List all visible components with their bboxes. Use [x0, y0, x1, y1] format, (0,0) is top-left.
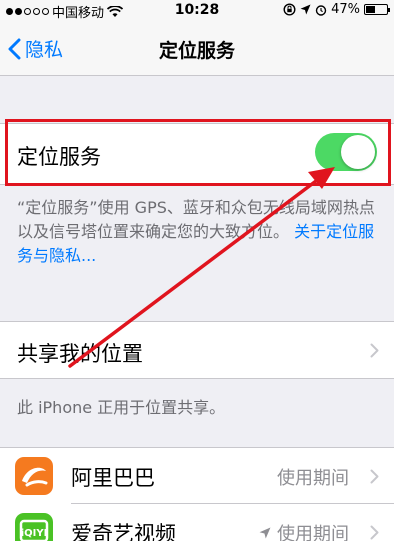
svg-text:iQIYI: iQIYI [21, 528, 48, 539]
app-permission-text: 使用期间 [277, 468, 349, 489]
status-bar: 中国移动 10:28 47% [0, 0, 394, 21]
battery-percent: 47% [331, 2, 360, 17]
page-title: 定位服务 [158, 40, 235, 62]
chevron-right-icon [370, 343, 379, 358]
rotation-lock-icon [283, 3, 296, 16]
app-row-alibaba[interactable]: 阿里巴巴 使用期间 [0, 448, 394, 504]
share-my-location-row[interactable]: 共享我的位置 [0, 321, 394, 379]
alibaba-app-icon [15, 457, 53, 495]
toggle-knob [341, 135, 375, 169]
share-my-location-label: 共享我的位置 [17, 342, 143, 366]
location-services-description: “定位服务”使用 GPS、蓝牙和众包无线局域网热点以及信号塔位置来确定您的大致方… [17, 196, 382, 268]
status-right: 47% [283, 2, 390, 17]
app-permission-text: 使用期间 [277, 524, 349, 541]
iqiyi-app-icon: iQIYI [15, 513, 53, 541]
app-permission-value: 使用期间 [259, 520, 349, 541]
battery-fill [366, 6, 376, 13]
location-arrow-icon [259, 527, 271, 539]
navigation-bar: 隐私 定位服务 [0, 20, 394, 76]
app-permission-value: 使用期间 [277, 464, 349, 490]
alarm-icon [315, 4, 327, 16]
app-name: 阿里巴巴 [71, 466, 155, 490]
location-services-toggle[interactable] [315, 133, 377, 171]
chevron-right-icon [370, 469, 379, 484]
app-row-iqiyi[interactable]: iQIYI 爱奇艺视频 使用期间 [0, 504, 394, 541]
battery-icon [364, 4, 390, 15]
app-name: 爱奇艺视频 [71, 522, 176, 541]
apps-list: 阿里巴巴 使用期间 iQIYI 爱奇艺视频 使用期间 [0, 447, 394, 541]
location-services-row: 定位服务 [0, 123, 394, 185]
location-services-label: 定位服务 [17, 145, 101, 169]
share-footer-note: 此 iPhone 正用于位置共享。 [17, 398, 226, 417]
location-arrow-icon [300, 4, 311, 15]
chevron-right-icon [370, 525, 379, 540]
